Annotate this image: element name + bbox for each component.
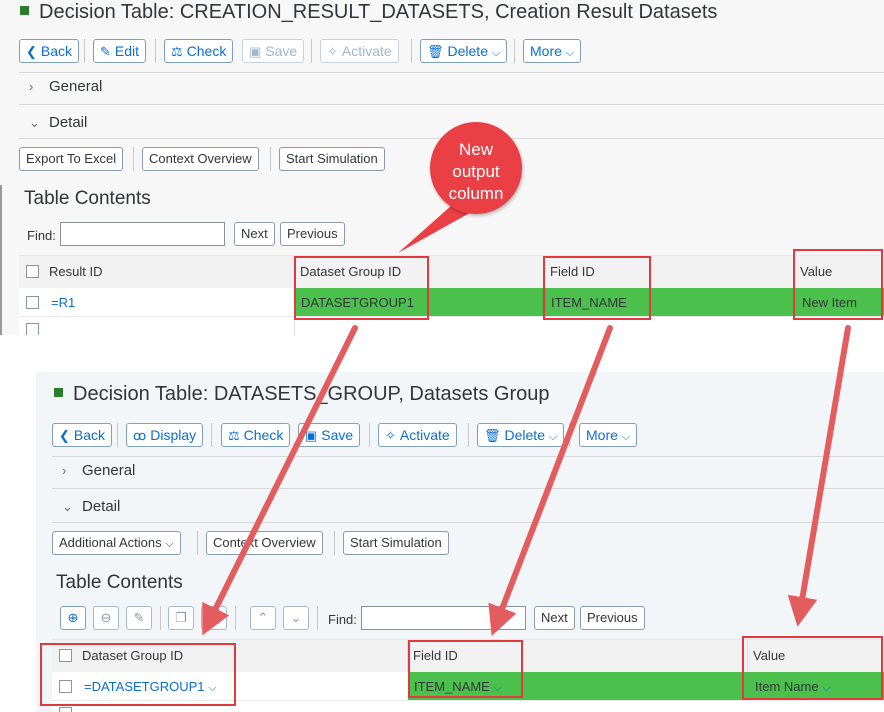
arrow-dataset-group-id bbox=[202, 325, 358, 636]
arrow-field-id bbox=[488, 325, 613, 637]
new-output-column-callout: New output column bbox=[430, 122, 522, 214]
arrow-value bbox=[787, 325, 851, 627]
annotation-arrows bbox=[202, 205, 851, 637]
